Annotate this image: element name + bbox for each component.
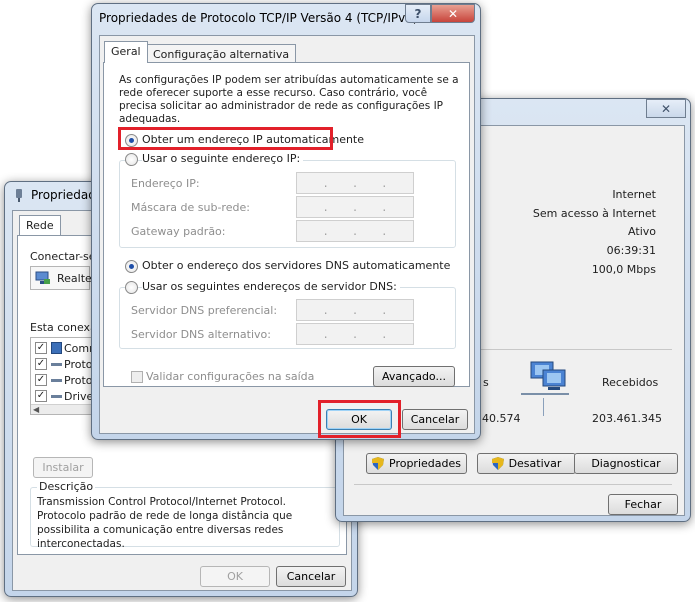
client-icon <box>51 342 62 354</box>
diagnose-button[interactable]: Diagnosticar <box>574 453 678 474</box>
dns-alternate-field[interactable]: ... <box>296 323 414 345</box>
tab-geral[interactable]: Geral <box>104 41 148 63</box>
list-item[interactable]: ✓ Proto <box>35 373 95 388</box>
item-checkbox[interactable]: ✓ <box>35 342 47 354</box>
list-scrollbar[interactable]: ◀ <box>31 404 93 414</box>
network-activity-icon <box>517 360 573 404</box>
intro-text: As configurações IP podem ser atribuídas… <box>119 74 459 125</box>
gateway-field[interactable]: ... <box>296 220 414 242</box>
protocol-icon <box>51 363 62 366</box>
dns-preferred-field[interactable]: ... <box>296 299 414 321</box>
activity-line <box>543 398 544 416</box>
left-cancel-button[interactable]: Cancelar <box>276 566 346 587</box>
help-icon: ? <box>414 6 422 21</box>
cancel-button[interactable]: Cancelar <box>402 409 468 430</box>
help-button[interactable]: ? <box>405 4 431 23</box>
dns-auto-label[interactable]: Obter o endereço dos servidores DNS auto… <box>142 259 450 272</box>
received-value: 203.461.345 <box>592 412 662 425</box>
speed-value: 100,0 Mbps <box>591 263 656 276</box>
close-icon: ✕ <box>660 101 672 116</box>
tcpip-properties-dialog: Propriedades de Protocolo TCP/IP Versão … <box>91 3 481 440</box>
adapter-icon <box>35 271 51 285</box>
disable-button-label: Desativar <box>508 457 562 470</box>
ip-manual-label[interactable]: Usar o seguinte endereço IP: <box>142 152 304 165</box>
dns-auto-radio[interactable] <box>125 260 138 273</box>
tcpip-client: Geral Configuração alternativa As config… <box>99 35 475 438</box>
item-label: Proto <box>64 358 93 371</box>
shield-icon <box>372 457 384 470</box>
disable-button[interactable]: Desativar <box>477 453 576 474</box>
item-label: Proto <box>64 374 93 387</box>
dns-manual-label[interactable]: Usar os seguintes endereços de servidor … <box>142 280 400 293</box>
ip-address-label: Endereço IP: <box>131 177 200 190</box>
adapter-box: Realtek <box>30 266 98 290</box>
subnet-label: Máscara de sub-rede: <box>131 201 250 214</box>
validate-label: Validar configurações na saída <box>146 370 315 383</box>
properties-button-label: Propriedades <box>389 457 461 470</box>
ip-auto-highlight <box>118 127 333 150</box>
item-checkbox[interactable]: ✓ <box>35 390 47 402</box>
list-item[interactable]: ✓ Drive <box>35 389 95 404</box>
dns-alternate-label: Servidor DNS alternativo: <box>131 328 271 341</box>
tab-alternative-config[interactable]: Configuração alternativa <box>146 44 297 63</box>
left-ok-button[interactable]: OK <box>200 566 270 587</box>
ok-highlight <box>318 400 401 438</box>
close-icon: ✕ <box>447 6 459 21</box>
advanced-button[interactable]: Avançado... <box>373 366 455 387</box>
shield-icon <box>491 457 504 470</box>
received-label: Recebidos <box>602 376 659 389</box>
duration-value: 06:39:31 <box>606 244 656 257</box>
connectivity-ipv4-value: Internet <box>612 188 656 201</box>
button-divider <box>354 484 672 485</box>
network-icon <box>14 188 24 202</box>
subnet-field[interactable]: ... <box>296 196 414 218</box>
properties-button[interactable]: Propriedades <box>366 453 467 474</box>
dns-manual-radio[interactable] <box>125 281 138 294</box>
sent-label: s <box>483 376 489 389</box>
item-checkbox[interactable]: ✓ <box>35 374 47 386</box>
close-button[interactable]: Fechar <box>608 494 678 515</box>
item-label: Drive <box>64 390 94 403</box>
tab-rede[interactable]: Rede <box>19 215 61 235</box>
ip-manual-radio[interactable] <box>125 153 138 166</box>
list-item[interactable]: ✓ Comm <box>35 341 100 356</box>
items-list[interactable]: ✓ Comm ✓ Proto ✓ Proto ✓ Drive ◀ <box>30 337 100 415</box>
driver-icon <box>51 395 62 398</box>
dialog-close-button[interactable]: ✕ <box>431 4 475 23</box>
install-button[interactable]: Instalar <box>33 457 93 478</box>
protocol-icon <box>51 379 62 382</box>
ip-address-field[interactable]: ... <box>296 172 414 194</box>
validate-checkbox[interactable] <box>131 371 143 383</box>
description-legend: Descrição <box>37 480 96 493</box>
tcpip-dialog-title: Propriedades de Protocolo TCP/IP Versão … <box>99 11 418 25</box>
status-close-button[interactable]: ✕ <box>646 99 686 118</box>
item-checkbox[interactable]: ✓ <box>35 358 47 370</box>
media-state-value: Ativo <box>628 225 656 238</box>
scroll-left-icon[interactable]: ◀ <box>33 405 39 414</box>
sent-value: 40.574 <box>482 412 521 425</box>
list-item[interactable]: ✓ Proto <box>35 357 95 372</box>
connectivity-ipv6-value: Sem acesso à Internet <box>532 207 656 220</box>
description-text: Transmission Control Protocol/Internet P… <box>37 496 293 550</box>
gateway-label: Gateway padrão: <box>131 225 226 238</box>
dns-preferred-label: Servidor DNS preferencial: <box>131 304 278 317</box>
